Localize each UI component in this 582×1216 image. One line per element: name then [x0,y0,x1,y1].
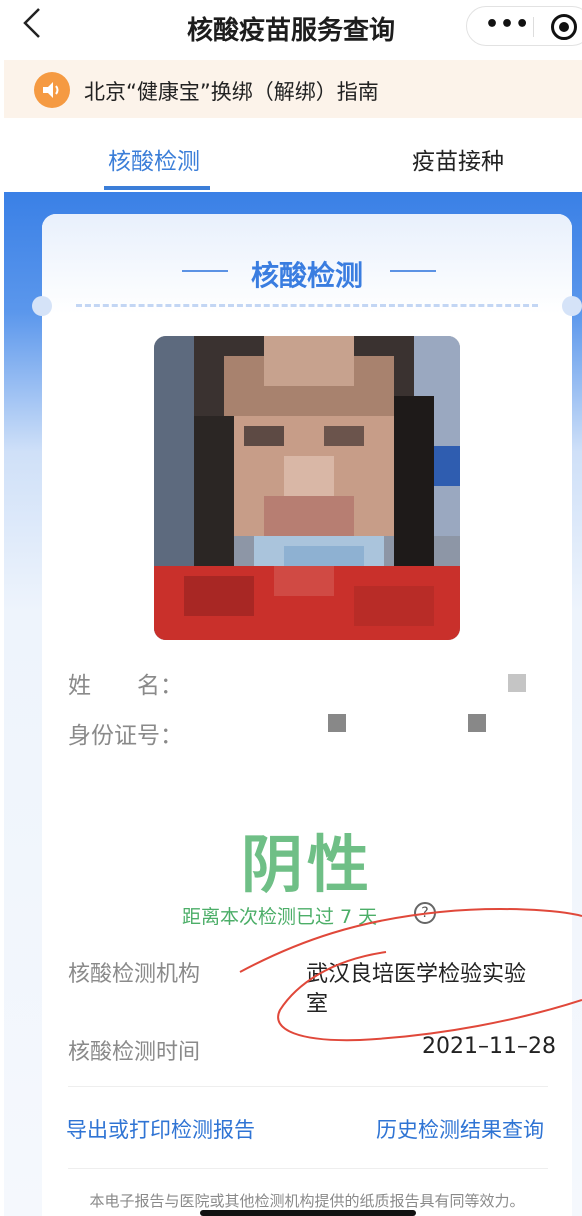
home-indicator [200,1210,416,1216]
red-scribble-annotation [239,908,582,1042]
